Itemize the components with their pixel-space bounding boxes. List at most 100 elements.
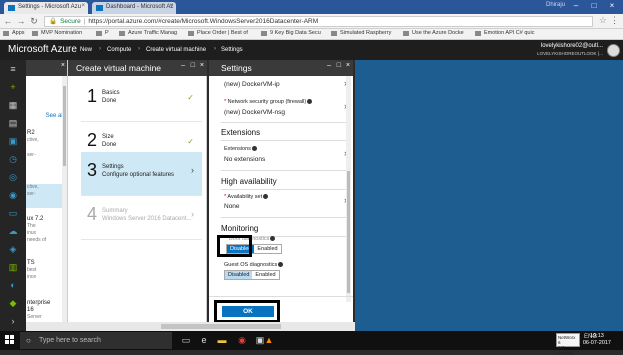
new-plus-icon[interactable]: + xyxy=(7,82,19,92)
info-icon xyxy=(307,99,313,105)
reload-icon[interactable]: ↻ xyxy=(29,16,39,26)
url-text: https://portal.azure.com/#create/Microso… xyxy=(88,18,319,25)
extensions-value[interactable]: No extensions xyxy=(224,156,265,163)
bookmark-item[interactable]: 9 Key Big Data Secu xyxy=(261,30,327,36)
close-tab-icon[interactable]: × xyxy=(169,3,173,9)
bookmark-star-icon[interactable]: ☆ xyxy=(599,15,607,26)
tab-label: Settings - Microsoft Azu xyxy=(18,4,82,10)
scrollbar-thumb[interactable] xyxy=(347,171,350,293)
account-name[interactable]: lovelykishore02@outl... xyxy=(541,43,603,49)
minimize-blade-icon[interactable]: – xyxy=(181,62,185,69)
browser-menu-icon[interactable]: ⋮ xyxy=(610,15,619,26)
scrollbar[interactable] xyxy=(62,76,67,331)
maximize-blade-icon[interactable]: □ xyxy=(191,62,195,69)
bookmark-item[interactable]: P xyxy=(96,30,116,36)
bookmark-item[interactable]: Azure Traffic Manag xyxy=(119,30,185,36)
breadcrumb-new[interactable]: New xyxy=(80,47,92,53)
lock-icon: 🔒 xyxy=(49,18,58,25)
back-icon[interactable]: ← xyxy=(3,16,13,26)
scrollbar-thumb[interactable] xyxy=(161,324,281,329)
step-summary[interactable]: 4 Summary Windows Server 2016 Datacent..… xyxy=(81,196,202,240)
bookmark-item[interactable]: Emotion API C# quic xyxy=(475,30,545,36)
horizontal-scrollbar[interactable] xyxy=(26,322,355,331)
browser-profile-chip[interactable]: Dhiraju xyxy=(546,2,565,8)
account-directory: LOVELYKISHOREOUTLOOK (... xyxy=(537,51,603,56)
guest-os-disabled-option[interactable]: Disabled xyxy=(225,271,253,279)
globe-icon[interactable]: ◎ xyxy=(7,172,19,182)
close-icon[interactable]: × xyxy=(200,62,204,69)
step-name: Settings xyxy=(102,164,124,170)
breadcrumb-create-vm[interactable]: Create virtual machine xyxy=(146,47,206,53)
clock-icon[interactable]: ◷ xyxy=(7,154,19,164)
azure-top-bar: Microsoft Azure New › Compute › Create v… xyxy=(0,40,623,60)
guest-os-enabled-option[interactable]: Enabled xyxy=(252,271,279,279)
search-icon: ○ xyxy=(26,336,31,345)
bookmark-item[interactable]: Simulated Raspberry xyxy=(331,30,400,36)
url-input[interactable]: 🔒 Secure | https://portal.azure.com/#create… xyxy=(44,16,593,27)
blade-header: Settings – □ × xyxy=(209,60,353,76)
minimize-blade-icon[interactable]: – xyxy=(327,62,331,69)
windows-taskbar: ○ Type here to search ▭ e ▬ ◉ ▣ ▲ ENG 19… xyxy=(0,331,623,350)
step-desc: Configure optional features xyxy=(102,172,175,178)
sql-database-icon[interactable]: ◉ xyxy=(7,190,19,200)
bookmark-item[interactable]: MVP Nomination xyxy=(32,30,92,36)
storage-icon[interactable]: ▥ xyxy=(7,262,19,272)
close-tab-icon[interactable]: × xyxy=(81,3,85,9)
menu-icon[interactable]: ≡ xyxy=(7,64,19,74)
dashboard-icon[interactable]: ▦ xyxy=(7,100,19,110)
all-resources-icon[interactable]: ▤ xyxy=(7,118,19,128)
public-ip-value[interactable]: (new) DockerVM-ip xyxy=(224,81,280,88)
chevron-right-icon: › xyxy=(214,46,216,52)
tab-settings[interactable]: Settings - Microsoft Azu × xyxy=(4,2,88,14)
blade-header: Create virtual machine – □ × xyxy=(68,60,207,76)
file-explorer-icon[interactable]: ▬ xyxy=(216,334,228,346)
boot-diagnostics-enabled-option[interactable]: Enabled xyxy=(254,245,281,253)
maximize-blade-icon[interactable]: □ xyxy=(337,62,341,69)
task-view-icon[interactable]: ▭ xyxy=(180,334,192,346)
azure-brand[interactable]: Microsoft Azure xyxy=(8,44,77,55)
windows-start-icon[interactable] xyxy=(5,335,15,345)
search-placeholder: Type here to search xyxy=(39,337,101,344)
resource-groups-icon[interactable]: ▣ xyxy=(7,136,19,146)
more-services-chevron-icon[interactable]: › xyxy=(7,316,19,326)
step-settings[interactable]: 3 Settings Configure optional features › xyxy=(81,152,202,196)
security-icon[interactable]: ◆ xyxy=(7,298,19,308)
info-icon xyxy=(251,146,257,152)
close-window-icon[interactable]: × xyxy=(603,0,621,12)
network-icon[interactable]: ◈ xyxy=(7,244,19,254)
chrome-icon[interactable]: ◉ xyxy=(236,334,248,346)
bookmark-item[interactable]: Use the Azure Docke xyxy=(403,30,472,36)
minimize-icon[interactable]: – xyxy=(567,0,585,12)
scrollbar-thumb[interactable] xyxy=(63,86,66,166)
step-basics[interactable]: 1 Basics Done ✓ xyxy=(81,78,202,122)
page-icon xyxy=(32,31,38,36)
monitor-icon[interactable]: ◐ xyxy=(7,280,19,290)
taskbar-clock[interactable]: 19:13 06-07-2017 xyxy=(583,333,611,347)
close-icon[interactable]: × xyxy=(61,62,65,69)
taskbar-search-input[interactable]: ○ Type here to search xyxy=(20,332,172,349)
forward-icon[interactable]: → xyxy=(16,16,26,26)
checkmark-icon: ✓ xyxy=(187,93,194,102)
page-icon xyxy=(403,31,409,36)
bookmark-apps[interactable]: Apps xyxy=(3,30,25,36)
cloud-service-icon[interactable]: ☁ xyxy=(7,226,19,236)
virtual-machine-icon[interactable]: ▭ xyxy=(7,208,19,218)
divider xyxy=(221,170,347,171)
maximize-icon[interactable]: □ xyxy=(585,0,603,12)
chevron-right-icon: › xyxy=(191,165,194,175)
scrollbar[interactable] xyxy=(346,76,351,302)
bookmarks-bar: Apps MVP Nomination P Azure Traffic Mana… xyxy=(0,29,623,40)
avatar[interactable] xyxy=(607,44,620,57)
tab-dashboard[interactable]: Dashboard - Microsoft Az × xyxy=(92,2,176,14)
nsg-value[interactable]: (new) DockerVM-nsg xyxy=(224,109,285,116)
availability-set-value[interactable]: None xyxy=(224,203,240,210)
chevron-right-icon: › xyxy=(138,46,140,52)
close-icon[interactable]: × xyxy=(346,62,350,69)
annotation-highlight-box xyxy=(214,300,280,323)
guest-os-diagnostics-toggle[interactable]: Disabled Enabled xyxy=(224,270,280,280)
vlc-icon[interactable]: ▲ xyxy=(263,334,275,346)
bookmark-item[interactable]: Place Order | Best of xyxy=(188,30,258,36)
edge-browser-icon[interactable]: e xyxy=(198,334,210,346)
breadcrumb-compute[interactable]: Compute xyxy=(107,47,131,53)
breadcrumb-settings[interactable]: Settings xyxy=(221,47,243,53)
